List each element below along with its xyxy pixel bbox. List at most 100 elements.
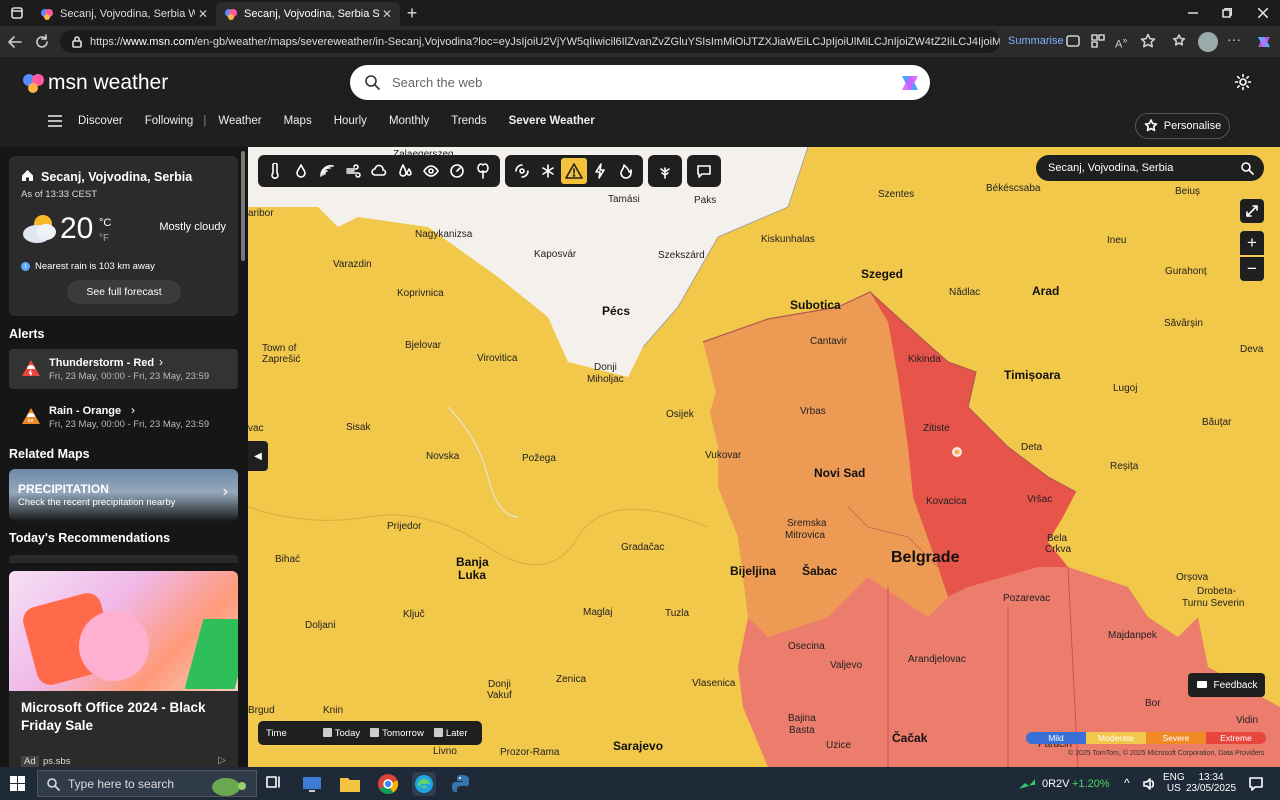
time-option-today[interactable]: Today: [322, 727, 360, 739]
taskbar-search-input[interactable]: Type here to search: [37, 770, 257, 797]
search-icon[interactable]: [1240, 161, 1254, 175]
fullscreen-expand-icon[interactable]: [1240, 199, 1264, 223]
browser-tab-active[interactable]: Secanj, Vojvodina, Serbia Severe W ✕: [216, 2, 400, 26]
nav-severe-weather[interactable]: Severe Weather: [509, 115, 595, 127]
ad-choices-icon[interactable]: ▷: [218, 755, 226, 766]
ad-card[interactable]: Microsoft Office 2024 - Black Friday Sal…: [9, 571, 238, 767]
nav-weather[interactable]: Weather: [218, 115, 261, 127]
current-weather-card[interactable]: Secanj, Vojvodina, Serbia As of 13:33 CE…: [9, 156, 238, 316]
app-available-icon[interactable]: [1065, 33, 1083, 51]
edge-icon-active[interactable]: [412, 772, 436, 796]
personalise-button[interactable]: Personalise: [1135, 113, 1230, 139]
new-tab-icon[interactable]: +: [395, 0, 429, 26]
summarise-button[interactable]: Summarise: [1008, 35, 1064, 47]
precipitation-layer-icon[interactable]: [288, 158, 314, 184]
nav-maps[interactable]: Maps: [284, 115, 312, 127]
zoom-out-button[interactable]: −: [1240, 257, 1264, 281]
notifications-icon[interactable]: [1248, 776, 1264, 792]
collapse-panel-icon[interactable]: ◀: [248, 441, 268, 471]
radar-layer-icon[interactable]: [314, 158, 340, 184]
browser-tab[interactable]: Secanj, Vojvodina, Serbia Weathe ✕: [32, 2, 216, 26]
web-search-input[interactable]: Search the web: [350, 65, 930, 100]
map-location-search[interactable]: Secanj, Vojvodina, Serbia: [1036, 155, 1264, 181]
unit-celsius[interactable]: °C: [99, 217, 111, 229]
tab-actions-icon[interactable]: [0, 0, 34, 26]
back-icon[interactable]: [6, 33, 24, 51]
python-app-icon[interactable]: [450, 772, 474, 796]
winter-weather-layer-icon[interactable]: [535, 158, 561, 184]
time-option-tomorrow[interactable]: Tomorrow: [370, 727, 424, 739]
visibility-layer-icon[interactable]: [418, 158, 444, 184]
temperature-value: 20: [60, 212, 94, 245]
left-panel-scrollbar[interactable]: [241, 151, 245, 261]
lightning-layer-icon[interactable]: [587, 158, 613, 184]
profile-avatar[interactable]: [1198, 32, 1218, 52]
copilot-search-icon[interactable]: [898, 71, 922, 95]
wind-layer-icon[interactable]: [340, 158, 366, 184]
speaker-icon[interactable]: [1142, 777, 1156, 791]
minimize-icon[interactable]: [1176, 0, 1210, 26]
see-full-forecast-button[interactable]: See full forecast: [67, 280, 181, 304]
close-tab-icon[interactable]: ✕: [198, 7, 208, 21]
wildfire-layer-icon[interactable]: [613, 158, 639, 184]
feedback-button[interactable]: Feedback: [1188, 673, 1265, 697]
clock[interactable]: 13:34 23/05/2025: [1186, 772, 1236, 794]
nav-discover[interactable]: Discover: [78, 115, 123, 127]
severe-weather-layer-icon-active[interactable]: [561, 158, 587, 184]
settings-gear-icon[interactable]: [1234, 73, 1254, 93]
favorites-icon[interactable]: [1172, 33, 1190, 51]
city-label: Čačak: [892, 731, 928, 745]
city-label: Vakuf: [487, 690, 512, 701]
zoom-in-button[interactable]: +: [1240, 231, 1264, 255]
tray-chevron-up-icon[interactable]: ^: [1124, 776, 1130, 790]
remote-desktop-app-icon[interactable]: [300, 772, 324, 796]
stock-ticker[interactable]: 0R2V: [1042, 778, 1070, 790]
time-option-later[interactable]: Later: [433, 727, 467, 739]
task-view-icon[interactable]: [264, 772, 288, 796]
legend-moderate: Moderate: [1086, 732, 1146, 744]
city-label: Kovacica: [926, 496, 967, 507]
comment-icon[interactable]: [691, 158, 717, 184]
msn-weather-logo[interactable]: msn weather: [22, 71, 168, 95]
pollen-layer-icon[interactable]: [470, 158, 496, 184]
alert-item-thunderstorm[interactable]: Thunderstorm - Red › Fri, 23 May, 00:00 …: [9, 349, 238, 389]
close-tab-icon[interactable]: ✕: [382, 7, 392, 21]
close-window-icon[interactable]: [1246, 0, 1280, 26]
language-indicator[interactable]: ENG US: [1163, 772, 1185, 794]
humidity-layer-icon[interactable]: [392, 158, 418, 184]
search-icon: [47, 778, 60, 791]
condition-text: Mostly cloudy: [159, 221, 226, 233]
browser-tab-bar: Secanj, Vojvodina, Serbia Weathe ✕ Secan…: [0, 0, 1280, 26]
refresh-icon[interactable]: [33, 33, 51, 51]
cloud-layer-icon[interactable]: [366, 158, 392, 184]
msn-favicon-icon: [41, 9, 53, 20]
tab-title: Secanj, Vojvodina, Serbia Weathe: [60, 8, 195, 20]
file-explorer-icon[interactable]: [338, 772, 362, 796]
url-field[interactable]: https://www.msn.com/en-gb/weather/maps/s…: [60, 30, 1000, 53]
more-menu-icon[interactable]: ···: [1227, 31, 1245, 49]
nav-following[interactable]: Following: [145, 115, 194, 127]
restore-icon[interactable]: [1210, 0, 1244, 26]
nav-trends[interactable]: Trends: [451, 115, 486, 127]
severe-weather-map[interactable]: Zalaegerszeg Tamási Paks Szentes Békéscs…: [248, 147, 1280, 767]
temperature-layer-icon[interactable]: [262, 158, 288, 184]
agriculture-layer-icon[interactable]: [652, 158, 678, 184]
hamburger-menu-icon[interactable]: [48, 115, 62, 127]
alert-item-rain[interactable]: Rain - Orange › Fri, 23 May, 00:00 - Fri…: [9, 397, 238, 437]
nav-monthly[interactable]: Monthly: [389, 115, 429, 127]
grid-view-icon[interactable]: [1090, 33, 1108, 51]
as-of-time: As of 13:33 CEST: [21, 189, 98, 200]
chrome-icon[interactable]: [376, 772, 400, 796]
msn-favicon-icon: [225, 9, 237, 20]
checkbox-checked-icon: [322, 727, 332, 737]
copilot-icon[interactable]: [1255, 33, 1273, 51]
nav-hourly[interactable]: Hourly: [334, 115, 367, 127]
hurricane-layer-icon[interactable]: [509, 158, 535, 184]
nearest-rain-text: Nearest rain is 103 km away: [35, 261, 155, 272]
unit-fahrenheit[interactable]: °F: [99, 233, 109, 244]
windows-start-icon[interactable]: [10, 776, 25, 791]
favorite-star-icon[interactable]: [1140, 33, 1158, 51]
read-aloud-icon[interactable]: A»: [1115, 35, 1133, 53]
pressure-layer-icon[interactable]: [444, 158, 470, 184]
precipitation-map-card[interactable]: PRECIPITATION Check the recent precipita…: [9, 469, 238, 521]
